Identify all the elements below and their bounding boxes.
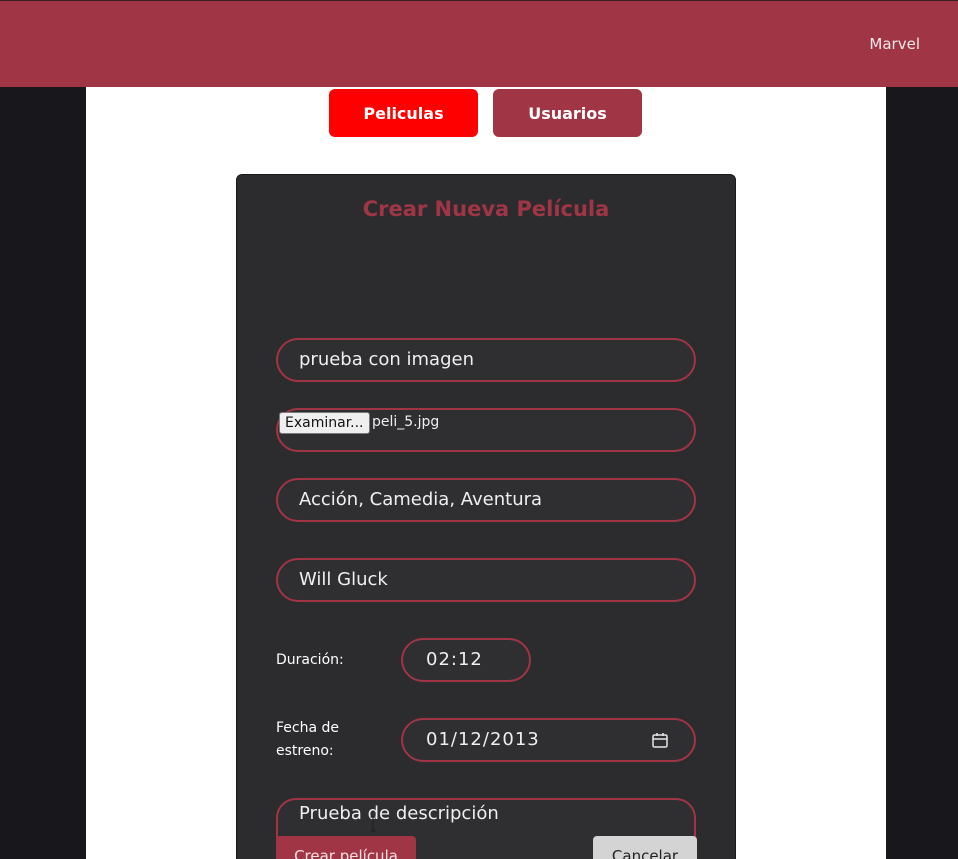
title-input[interactable]: prueba con imagen (276, 338, 696, 382)
browse-file-button[interactable]: Examinar... (279, 412, 370, 434)
duration-label: Duración: (276, 652, 344, 668)
description-value: Prueba de descripción (299, 803, 499, 824)
peliculas-tab-button[interactable]: Peliculas (329, 89, 478, 137)
cancel-button[interactable]: Cancelar (593, 836, 697, 859)
usuarios-tab-button[interactable]: Usuarios (493, 89, 642, 137)
selected-file-name: peli_5.jpg (372, 414, 440, 430)
duration-value: 02:12 (426, 649, 483, 670)
duration-time-input[interactable]: 02:12 (401, 638, 531, 682)
calendar-icon[interactable] (652, 733, 668, 748)
top-navbar: Marvel (0, 0, 958, 87)
director-input[interactable]: Will Gluck (276, 558, 696, 602)
image-file-input[interactable]: Examinar... peli_5.jpg (276, 408, 696, 452)
genres-input-value: Acción, Camedia, Aventura (299, 489, 543, 510)
create-movie-form: Crear Nueva Película prueba con imagen E… (236, 174, 736, 859)
main-content: Peliculas Usuarios Crear Nueva Película … (86, 87, 886, 859)
release-date-input[interactable]: 01/12/2013 (401, 718, 696, 762)
form-title: Crear Nueva Película (362, 197, 610, 221)
director-input-value: Will Gluck (299, 569, 388, 590)
genres-input[interactable]: Acción, Camedia, Aventura (276, 478, 696, 522)
create-movie-button[interactable]: Crear película (276, 836, 416, 859)
title-input-value: prueba con imagen (299, 349, 474, 370)
brand-link[interactable]: Marvel (869, 35, 920, 53)
release-date-label-line2: estreno: (276, 743, 334, 759)
release-date-label-line1: Fecha de (276, 720, 339, 736)
text-cursor-icon (370, 816, 376, 832)
release-date-value: 01/12/2013 (426, 729, 540, 750)
